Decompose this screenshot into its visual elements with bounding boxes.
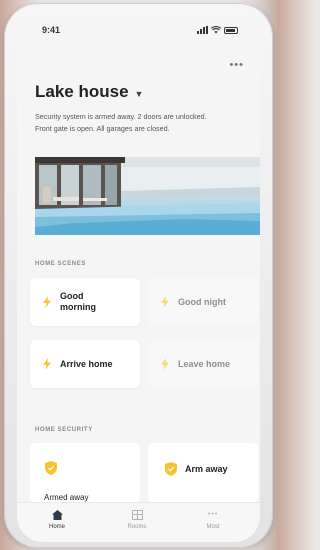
tab-more[interactable]: ••• Most bbox=[193, 510, 233, 530]
house-photo bbox=[35, 157, 260, 235]
tab-bar: Home Rooms ••• Most bbox=[17, 502, 260, 542]
scene-label: Arrive home bbox=[60, 358, 113, 369]
status-time: 9:41 bbox=[42, 25, 61, 35]
scene-label: Good morning bbox=[60, 291, 96, 312]
wifi-icon bbox=[211, 26, 221, 34]
arm-away-label: Arm away bbox=[185, 464, 228, 474]
chevron-down-icon: ▼ bbox=[134, 88, 144, 99]
shield-icon bbox=[45, 461, 57, 475]
scene-label: Leave home bbox=[178, 358, 231, 369]
phone-frame: 9:41 ••• Lake house ▼ Security system is… bbox=[4, 3, 273, 548]
arm-away-button[interactable]: Arm away bbox=[148, 443, 258, 503]
rooms-icon bbox=[131, 510, 143, 520]
scene-leave-home[interactable]: Leave home bbox=[148, 340, 258, 388]
scene-label: Good night bbox=[178, 296, 226, 307]
location-selector[interactable]: Lake house ▼ bbox=[35, 82, 143, 102]
scene-arrive-home[interactable]: Arrive home bbox=[30, 340, 140, 388]
status-summary: Security system is armed away. 2 doors a… bbox=[35, 111, 255, 135]
tab-label: Rooms bbox=[127, 524, 147, 530]
bolt-icon bbox=[43, 358, 51, 370]
scene-good-morning[interactable]: Good morning bbox=[30, 278, 140, 326]
more-icon: ••• bbox=[207, 511, 219, 518]
status-bar: 9:41 bbox=[17, 15, 260, 47]
shield-icon bbox=[165, 462, 177, 476]
tab-label: Home bbox=[48, 524, 65, 530]
tab-rooms[interactable]: Rooms bbox=[117, 510, 157, 530]
bolt-icon bbox=[161, 358, 169, 370]
page-title: Lake house bbox=[35, 82, 129, 101]
bolt-icon bbox=[43, 296, 51, 308]
bolt-icon bbox=[161, 296, 169, 308]
status-icons bbox=[197, 25, 238, 35]
battery-icon bbox=[224, 26, 238, 34]
home-icon bbox=[51, 510, 63, 520]
tab-label: Most bbox=[206, 524, 220, 530]
section-label-scenes: HOME SCENES bbox=[35, 261, 86, 267]
tab-home[interactable]: Home bbox=[37, 510, 77, 530]
scene-good-night[interactable]: Good night bbox=[148, 278, 258, 326]
section-label-security: HOME SECURITY bbox=[35, 427, 93, 433]
signal-icon bbox=[197, 26, 208, 34]
ellipsis-icon[interactable]: ••• bbox=[229, 59, 244, 71]
summary-line: Security system is armed away. 2 doors a… bbox=[35, 112, 207, 121]
summary-line: Front gate is open. All garages are clos… bbox=[35, 124, 170, 133]
security-status-card[interactable]: Armed away bbox=[30, 443, 140, 503]
app-screen: 9:41 ••• Lake house ▼ Security system is… bbox=[17, 15, 260, 542]
security-status-label: Armed away bbox=[44, 493, 89, 502]
